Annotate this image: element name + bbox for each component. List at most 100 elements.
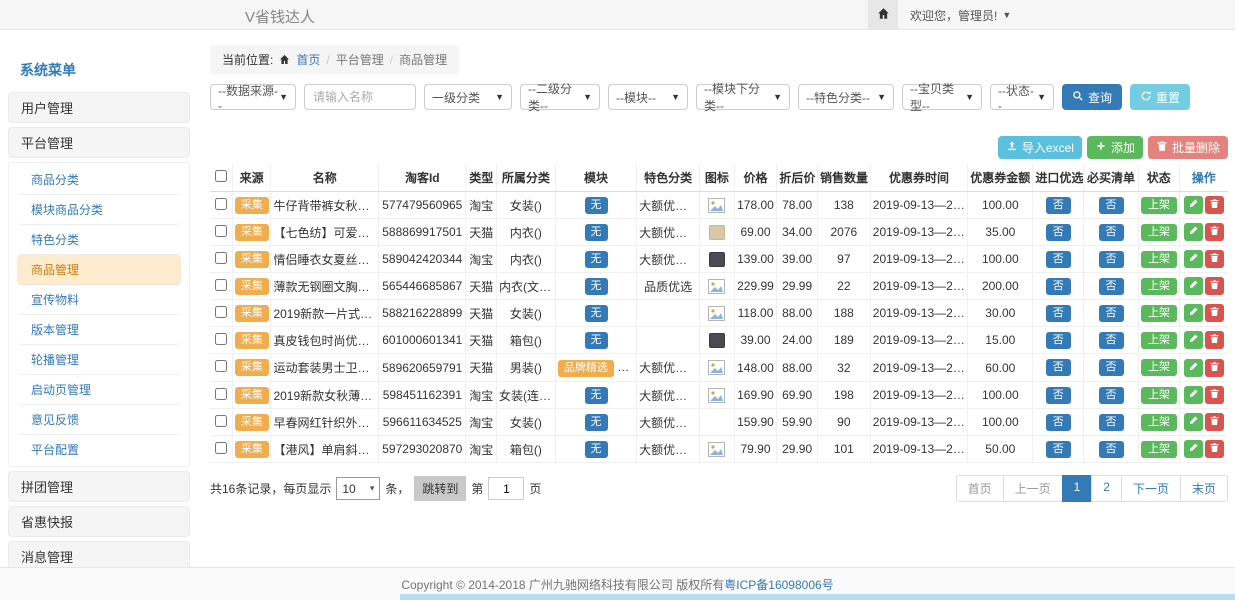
sidebar-subitem-0[interactable]: 商品分类 xyxy=(17,165,181,195)
edit-button[interactable] xyxy=(1184,359,1203,377)
module-badge[interactable]: 无 xyxy=(585,305,608,322)
sidebar-subitem-2[interactable]: 特色分类 xyxy=(17,225,181,255)
edit-button[interactable] xyxy=(1184,413,1203,431)
delete-button[interactable] xyxy=(1205,277,1224,295)
reset-button[interactable]: 重置 xyxy=(1130,84,1190,110)
edit-button[interactable] xyxy=(1184,223,1203,241)
import-toggle-button[interactable]: 否 xyxy=(1046,359,1071,376)
filter-select-a1[interactable]: --二级分类--▼ xyxy=(520,84,600,110)
sidebar-subitem-5[interactable]: 版本管理 xyxy=(17,315,181,345)
edit-button[interactable] xyxy=(1184,250,1203,268)
sidebar-subitem-6[interactable]: 轮播管理 xyxy=(17,345,181,375)
must-buy-toggle-button[interactable]: 否 xyxy=(1099,197,1124,214)
delete-button[interactable] xyxy=(1205,331,1224,349)
edit-button[interactable] xyxy=(1184,196,1203,214)
user-menu[interactable]: 欢迎您，管理员! ▼ xyxy=(898,7,1023,24)
row-checkbox[interactable] xyxy=(215,225,227,237)
must-buy-toggle-button[interactable]: 否 xyxy=(1099,278,1124,295)
filter-select-a3[interactable]: --模块下分类--▼ xyxy=(696,84,790,110)
import-toggle-button[interactable]: 否 xyxy=(1046,305,1071,322)
page-number-input[interactable] xyxy=(488,477,524,500)
edit-button[interactable] xyxy=(1184,304,1203,322)
module-badge[interactable]: 无 xyxy=(585,224,608,241)
status-button[interactable]: 上架 xyxy=(1141,359,1177,376)
module-badge[interactable]: 品牌精选 xyxy=(558,360,614,377)
module-badge[interactable]: 无 xyxy=(585,251,608,268)
status-button[interactable]: 上架 xyxy=(1141,305,1177,322)
import-excel-button[interactable]: 导入excel xyxy=(998,136,1082,159)
module-badge[interactable]: 无 xyxy=(585,441,608,458)
delete-button[interactable] xyxy=(1205,413,1224,431)
row-checkbox[interactable] xyxy=(215,360,227,372)
edit-button[interactable] xyxy=(1184,440,1203,458)
import-toggle-button[interactable]: 否 xyxy=(1046,441,1071,458)
filter-select-a4[interactable]: --特色分类--▼ xyxy=(798,84,894,110)
breadcrumb-home-link[interactable]: 首页 xyxy=(296,51,320,68)
add-button[interactable]: 添加 xyxy=(1087,136,1143,159)
sidebar-bottom-item-1[interactable]: 省惠快报 xyxy=(8,506,190,537)
status-button[interactable]: 上架 xyxy=(1141,278,1177,295)
filter-select-a0[interactable]: 一级分类▼ xyxy=(424,84,512,110)
status-button[interactable]: 上架 xyxy=(1141,224,1177,241)
delete-button[interactable] xyxy=(1205,196,1224,214)
name-search-input[interactable] xyxy=(304,84,416,110)
edit-button[interactable] xyxy=(1184,386,1203,404)
must-buy-toggle-button[interactable]: 否 xyxy=(1099,305,1124,322)
delete-button[interactable] xyxy=(1205,250,1224,268)
sidebar-subitem-7[interactable]: 启动页管理 xyxy=(17,375,181,405)
must-buy-toggle-button[interactable]: 否 xyxy=(1099,251,1124,268)
status-button[interactable]: 上架 xyxy=(1141,441,1177,458)
import-toggle-button[interactable]: 否 xyxy=(1046,414,1071,431)
row-checkbox[interactable] xyxy=(215,279,227,291)
filter-select-a2[interactable]: --模块--▼ xyxy=(608,84,688,110)
module-badge[interactable]: 无 xyxy=(585,197,608,214)
sidebar-item-1[interactable]: 平台管理 xyxy=(8,127,190,158)
status-button[interactable]: 上架 xyxy=(1141,197,1177,214)
status-button[interactable]: 上架 xyxy=(1141,387,1177,404)
must-buy-toggle-button[interactable]: 否 xyxy=(1099,332,1124,349)
must-buy-toggle-button[interactable]: 否 xyxy=(1099,441,1124,458)
batch-delete-button[interactable]: 批量删除 xyxy=(1148,136,1228,159)
sidebar-subitem-3[interactable]: 商品管理 xyxy=(17,255,181,285)
must-buy-toggle-button[interactable]: 否 xyxy=(1099,387,1124,404)
icp-link[interactable]: 粤ICP备16098006号 xyxy=(724,576,833,593)
module-badge[interactable]: 无 xyxy=(585,414,608,431)
row-checkbox[interactable] xyxy=(215,198,227,210)
page-button-4[interactable]: 下一页 xyxy=(1121,475,1181,502)
filter-select-a5[interactable]: --宝贝类型--▼ xyxy=(902,84,982,110)
page-button-3[interactable]: 2 xyxy=(1091,475,1122,502)
bottom-scrollbar[interactable] xyxy=(400,594,1235,600)
must-buy-toggle-button[interactable]: 否 xyxy=(1099,359,1124,376)
edit-button[interactable] xyxy=(1184,331,1203,349)
select-all-checkbox[interactable] xyxy=(215,170,227,182)
delete-button[interactable] xyxy=(1205,359,1224,377)
import-toggle-button[interactable]: 否 xyxy=(1046,387,1071,404)
module-badge[interactable]: 无 xyxy=(585,278,608,295)
sidebar-item-0[interactable]: 用户管理 xyxy=(8,92,190,123)
search-button[interactable]: 查询 xyxy=(1062,84,1122,110)
page-button-1[interactable]: 上一页 xyxy=(1003,475,1063,502)
import-toggle-button[interactable]: 否 xyxy=(1046,251,1071,268)
row-checkbox[interactable] xyxy=(215,333,227,345)
must-buy-toggle-button[interactable]: 否 xyxy=(1099,224,1124,241)
sidebar-subitem-1[interactable]: 模块商品分类 xyxy=(17,195,181,225)
module-badge[interactable]: 无 xyxy=(585,387,608,404)
filter-select-a6[interactable]: --状态--▼ xyxy=(990,84,1054,110)
row-checkbox[interactable] xyxy=(215,252,227,264)
import-toggle-button[interactable]: 否 xyxy=(1046,278,1071,295)
must-buy-toggle-button[interactable]: 否 xyxy=(1099,414,1124,431)
page-button-2[interactable]: 1 xyxy=(1062,475,1093,502)
row-checkbox[interactable] xyxy=(215,415,227,427)
import-toggle-button[interactable]: 否 xyxy=(1046,197,1071,214)
jump-button[interactable]: 跳转到 xyxy=(414,476,466,501)
status-button[interactable]: 上架 xyxy=(1141,414,1177,431)
sidebar-bottom-item-0[interactable]: 拼团管理 xyxy=(8,471,190,502)
delete-button[interactable] xyxy=(1205,440,1224,458)
sidebar-subitem-4[interactable]: 宣传物料 xyxy=(17,285,181,315)
import-toggle-button[interactable]: 否 xyxy=(1046,332,1071,349)
row-checkbox[interactable] xyxy=(215,306,227,318)
row-checkbox[interactable] xyxy=(215,442,227,454)
page-button-0[interactable]: 首页 xyxy=(956,475,1004,502)
delete-button[interactable] xyxy=(1205,386,1224,404)
delete-button[interactable] xyxy=(1205,223,1224,241)
